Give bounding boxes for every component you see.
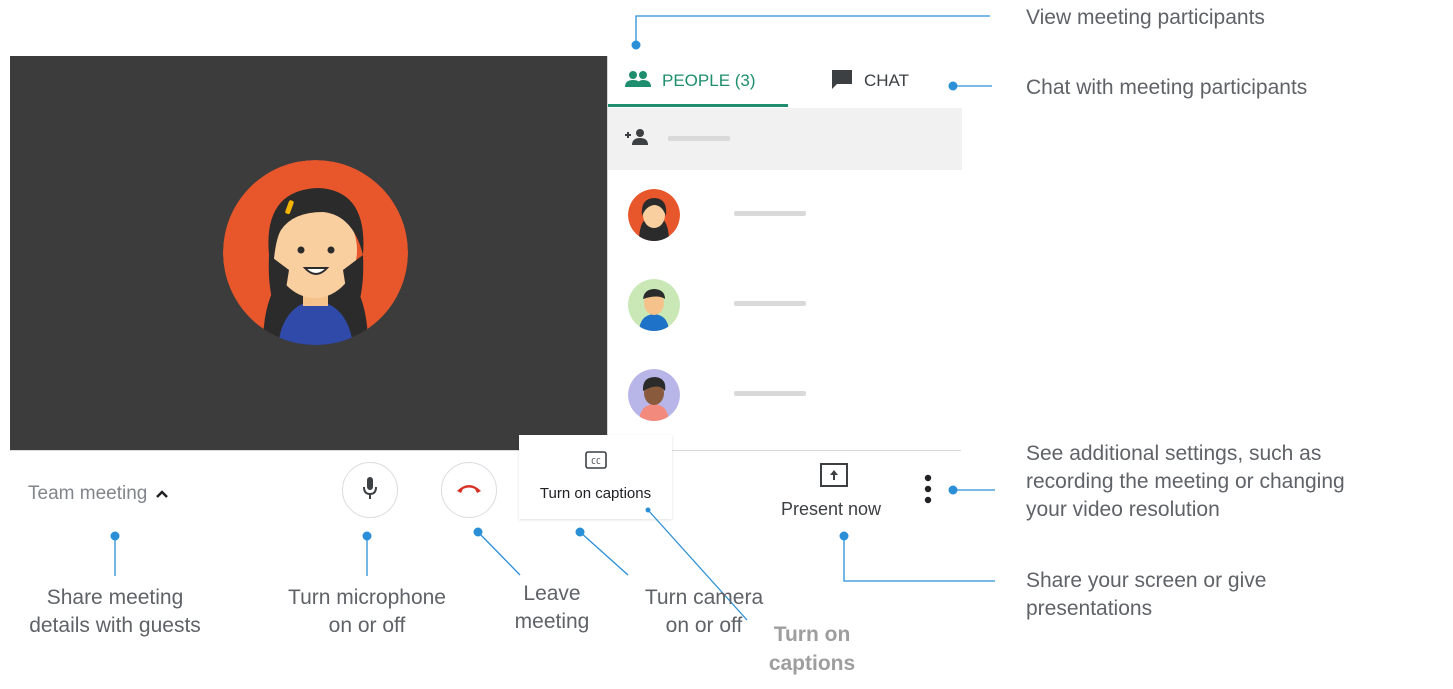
present-now-button[interactable] — [819, 462, 849, 493]
participant-name-placeholder — [734, 211, 806, 216]
meeting-name: Team meeting — [28, 483, 148, 504]
tab-people-label: PEOPLE (3) — [662, 71, 756, 90]
people-panel: PEOPLE (3) CHAT — [607, 56, 962, 450]
captions-button[interactable]: CC Turn on captions — [519, 435, 672, 519]
present-now-label: Present now — [780, 499, 882, 519]
closed-captions-icon: CC — [585, 451, 607, 474]
participant-avatar — [628, 279, 680, 331]
participant-row[interactable] — [608, 261, 962, 351]
participant-row[interactable] — [608, 171, 962, 261]
annotation-share-screen: Share your screen or give presentations — [1026, 569, 1267, 620]
annotation-settings: See additional settings, such as recordi… — [1026, 442, 1345, 521]
svg-text:CC: CC — [591, 457, 601, 466]
add-person-icon — [624, 128, 650, 151]
microphone-button[interactable] — [342, 462, 398, 518]
hang-up-icon — [455, 481, 483, 500]
captions-label: Turn on captions — [539, 485, 652, 502]
active-tab-indicator — [608, 104, 788, 107]
annotation-view-participants: View meeting participants — [1026, 6, 1265, 29]
participant-avatar — [628, 189, 680, 241]
tab-chat-label: CHAT — [864, 71, 910, 90]
leave-meeting-button[interactable] — [441, 462, 497, 518]
participant-name-placeholder — [734, 301, 806, 306]
annotation-captions: Turn on captions — [768, 623, 856, 675]
people-icon — [624, 70, 652, 93]
annotation-meeting-details: Share meeting details with guests — [29, 586, 201, 637]
tab-chat[interactable]: CHAT — [830, 56, 909, 106]
more-options-icon[interactable] — [924, 474, 932, 511]
add-people-row[interactable] — [608, 108, 962, 170]
microphone-icon — [362, 476, 378, 505]
participant-avatar — [628, 369, 680, 421]
annotation-leave: Leave meeting — [514, 582, 590, 633]
annotation-chat-participants: Chat with meeting participants — [1026, 76, 1308, 99]
meeting-details-button[interactable]: Team meeting — [28, 483, 169, 505]
tab-people[interactable]: PEOPLE (3) — [624, 56, 756, 106]
chat-bubble-icon — [830, 68, 854, 95]
present-screen-icon — [819, 463, 849, 492]
participant-name-placeholder — [734, 391, 806, 396]
annotation-microphone: Turn microphone on or off — [288, 586, 446, 637]
invite-placeholder — [668, 136, 730, 141]
main-speaker-avatar — [223, 160, 408, 345]
chevron-up-icon — [155, 483, 169, 505]
participant-row[interactable] — [608, 351, 962, 441]
